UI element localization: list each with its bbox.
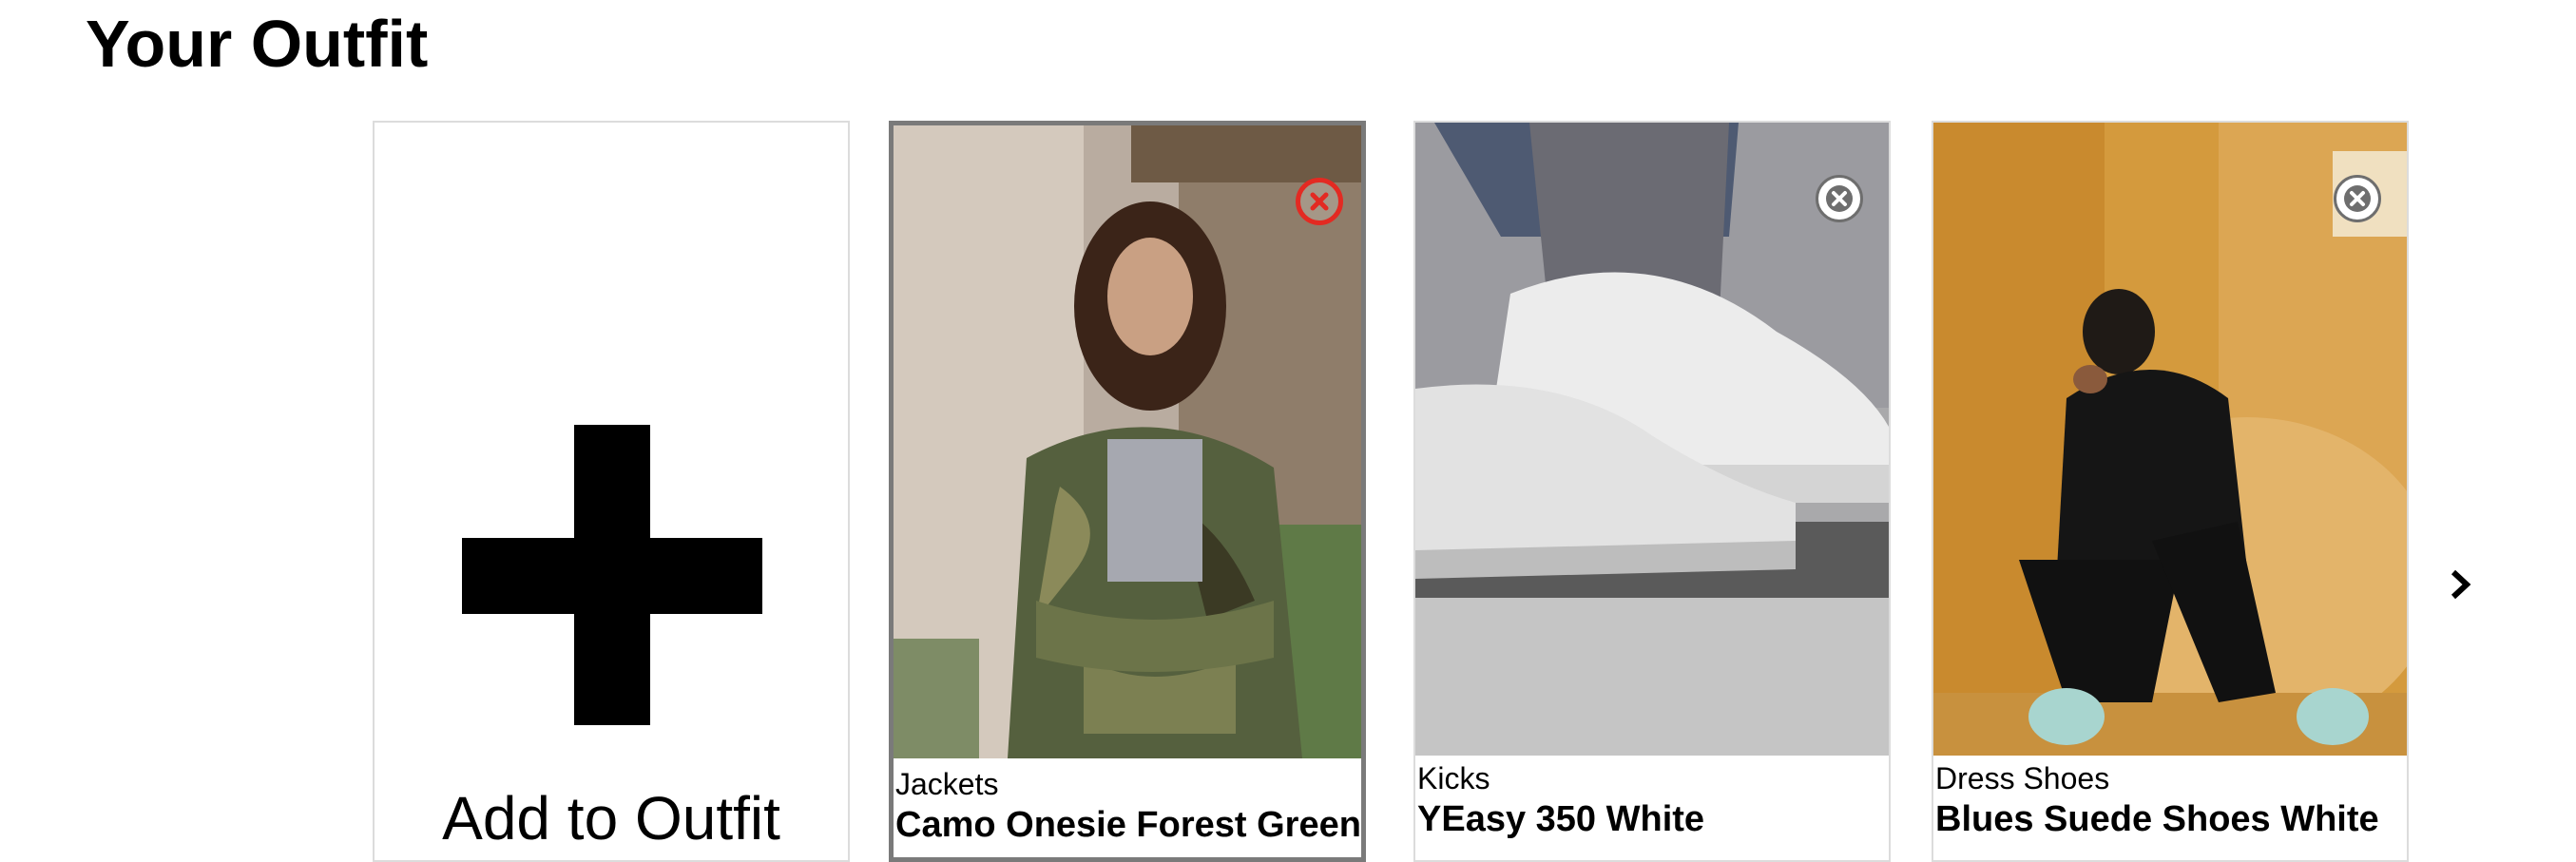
item-name[interactable]: YEasy 350 White	[1417, 797, 1887, 841]
item-category: Kicks	[1417, 761, 1490, 795]
item-name[interactable]: Camo Onesie Forest Green &	[895, 803, 1361, 847]
product-image	[1933, 123, 2407, 756]
outfit-card-jacket[interactable]: Jackets Camo Onesie Forest Green &	[889, 121, 1366, 862]
close-icon	[2344, 185, 2371, 212]
close-icon	[1310, 192, 1329, 211]
item-category: Jackets	[895, 767, 999, 801]
chevron-right-icon	[2451, 569, 2471, 600]
remove-item-button[interactable]	[1296, 178, 1343, 225]
add-to-outfit-card[interactable]: Add to Outfit	[373, 121, 850, 862]
page-title: Your Outfit	[86, 7, 429, 81]
outfit-card-kicks[interactable]: Kicks YEasy 350 White	[1413, 121, 1891, 862]
remove-item-button[interactable]	[2334, 175, 2381, 222]
outfit-card-dress-shoes[interactable]: Dress Shoes Blues Suede Shoes White	[1932, 121, 2409, 862]
carousel-next-button[interactable]	[2441, 561, 2479, 608]
close-icon	[1826, 185, 1853, 212]
product-image	[894, 125, 1361, 758]
item-name[interactable]: Blues Suede Shoes White	[1935, 797, 2405, 841]
add-to-outfit-label: Add to Outfit	[442, 784, 780, 852]
remove-item-button[interactable]	[1816, 175, 1863, 222]
product-image	[1415, 123, 1889, 756]
item-category: Dress Shoes	[1935, 761, 2110, 795]
